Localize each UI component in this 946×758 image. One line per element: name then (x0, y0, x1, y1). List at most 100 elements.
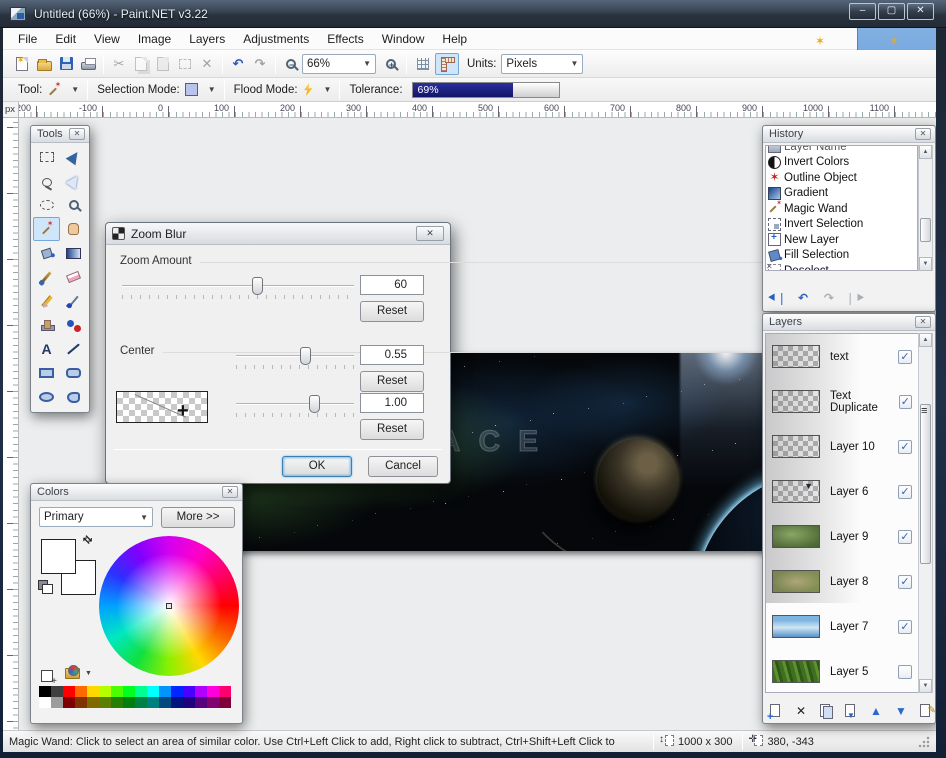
move-layer-down-button[interactable]: ▼ (892, 702, 910, 720)
history-item[interactable]: Invert Selection (768, 217, 917, 233)
slider-thumb[interactable] (252, 277, 263, 295)
menu-view[interactable]: View (85, 29, 129, 49)
tool-line-curve[interactable] (60, 337, 87, 361)
center-y-input[interactable]: 1.00 (360, 393, 424, 413)
undo-button[interactable]: ↶ (227, 53, 249, 75)
color-wheel[interactable] (99, 536, 239, 676)
tool-ellipse-select[interactable] (33, 193, 60, 217)
center-x-reset-button[interactable]: Reset (360, 371, 424, 392)
center-y-slider[interactable] (236, 403, 354, 405)
copy-icon[interactable] (130, 53, 152, 75)
move-layer-up-button[interactable]: ▲ (867, 702, 885, 720)
menu-edit[interactable]: Edit (46, 29, 85, 49)
history-rewind-button[interactable]: ⯇❘ (767, 289, 787, 307)
chevron-down-icon[interactable]: ▼ (65, 85, 79, 94)
history-item[interactable]: Magic Wand (768, 201, 917, 217)
palette-swatch[interactable] (171, 686, 183, 697)
slider-thumb[interactable] (300, 347, 311, 365)
menu-layers[interactable]: Layers (180, 29, 234, 49)
history-item[interactable]: ✶Outline Object (768, 170, 917, 186)
history-redo-button[interactable]: ↷ (819, 289, 839, 307)
center-x-slider[interactable] (236, 355, 354, 357)
tool-eraser[interactable] (60, 265, 87, 289)
tool-pan[interactable] (60, 217, 87, 241)
palette-swatch[interactable] (99, 686, 111, 697)
minimize-button[interactable]: – (849, 3, 876, 20)
tool-move-selection[interactable] (60, 169, 87, 193)
center-pan-selector[interactable]: + (116, 391, 208, 423)
layer-visible-checkbox[interactable]: ✓ (898, 350, 912, 364)
layer-row[interactable]: text✓ (766, 334, 918, 379)
scroll-down-icon[interactable]: ▼ (919, 679, 932, 693)
scroll-down-icon[interactable]: ▼ (919, 257, 932, 271)
new-image-button[interactable]: ✶ (11, 53, 33, 75)
tool-magic-wand-selected[interactable] (33, 217, 60, 241)
tool-paintbrush[interactable] (33, 265, 60, 289)
more-button[interactable]: More >> (161, 507, 235, 528)
palette-swatch[interactable] (135, 686, 147, 697)
history-item[interactable]: Invert Colors (768, 155, 917, 171)
close-icon[interactable]: ✕ (915, 316, 931, 328)
menu-window[interactable]: Window (373, 29, 434, 49)
center-x-input[interactable]: 0.55 (360, 345, 424, 365)
tool-lasso-select[interactable] (33, 169, 60, 193)
tool-move-selected-pixels[interactable] (60, 145, 87, 169)
palette-swatch[interactable] (171, 697, 183, 708)
tool-color-picker[interactable] (60, 289, 87, 313)
chevron-down-icon[interactable]: ▼ (202, 85, 216, 94)
add-color-to-palette-icon[interactable] (41, 670, 53, 682)
layer-visible-checkbox[interactable]: ✓ (898, 575, 912, 589)
layer-visible-checkbox[interactable] (898, 665, 912, 679)
close-icon[interactable]: ✕ (222, 486, 238, 498)
scroll-up-icon[interactable]: ▲ (919, 333, 932, 347)
layer-properties-button[interactable]: ✎ (917, 702, 935, 720)
tool-rectangle-select[interactable] (33, 145, 60, 169)
units-combo[interactable]: Pixels ▼ (501, 54, 583, 74)
history-scrollbar[interactable]: ▲ ▼ (918, 145, 933, 271)
history-item[interactable]: Fill Selection (768, 248, 917, 264)
palette-swatch[interactable] (75, 686, 87, 697)
palette-swatch[interactable] (87, 697, 99, 708)
menu-help[interactable]: Help (433, 29, 476, 49)
color-mode-combo[interactable]: Primary ▼ (39, 507, 153, 527)
maximize-button[interactable]: ▢ (878, 3, 905, 20)
zoom-out-button[interactable]: − (280, 53, 302, 75)
delete-layer-button[interactable]: ✕ (792, 702, 810, 720)
history-item[interactable]: Gradient (768, 186, 917, 202)
tool-recolor[interactable] (60, 313, 87, 337)
palette-swatch[interactable] (135, 697, 147, 708)
tool-clone-stamp[interactable] (33, 313, 60, 337)
zoom-in-button[interactable]: + (380, 53, 402, 75)
paste-icon[interactable] (152, 53, 174, 75)
crop-to-selection-icon[interactable] (174, 53, 196, 75)
palette-swatch[interactable] (39, 686, 51, 697)
merge-layer-down-button[interactable]: ▼ (842, 702, 860, 720)
palette-swatch[interactable] (63, 686, 75, 697)
layer-row[interactable]: Layer 7✓ (766, 604, 918, 649)
palette-swatch[interactable] (123, 697, 135, 708)
redo-button[interactable]: ↷ (249, 53, 271, 75)
chevron-down-icon[interactable]: ▼ (85, 670, 92, 677)
tolerance-slider[interactable]: 69% (412, 82, 560, 98)
layer-visible-checkbox[interactable]: ✓ (899, 395, 912, 409)
zoom-level-combo[interactable]: 66% ▼ (302, 54, 376, 74)
primary-color-swatch[interactable] (41, 539, 76, 574)
ok-button[interactable]: OK (282, 456, 352, 477)
palette-swatch[interactable] (147, 686, 159, 697)
layer-visible-checkbox[interactable]: ✓ (898, 485, 912, 499)
palette-swatch[interactable] (183, 686, 195, 697)
tool-rounded-rectangle[interactable] (60, 361, 87, 385)
zoom-amount-reset-button[interactable]: Reset (360, 301, 424, 322)
palette-swatch[interactable] (51, 686, 63, 697)
menu-file[interactable]: File (9, 29, 46, 49)
menu-effects[interactable]: Effects (318, 29, 372, 49)
swap-colors-icon[interactable]: ⇄ (80, 532, 96, 548)
tool-zoom[interactable] (60, 193, 87, 217)
cancel-button[interactable]: Cancel (368, 456, 438, 477)
layer-row[interactable]: Layer 6✓ (766, 469, 918, 514)
rulers-toggle-button[interactable] (435, 53, 459, 75)
close-icon[interactable]: ✕ (69, 128, 85, 140)
palette-swatch[interactable] (123, 686, 135, 697)
history-undo-button[interactable]: ↶ (793, 289, 813, 307)
palette-folder-icon[interactable] (65, 668, 80, 679)
